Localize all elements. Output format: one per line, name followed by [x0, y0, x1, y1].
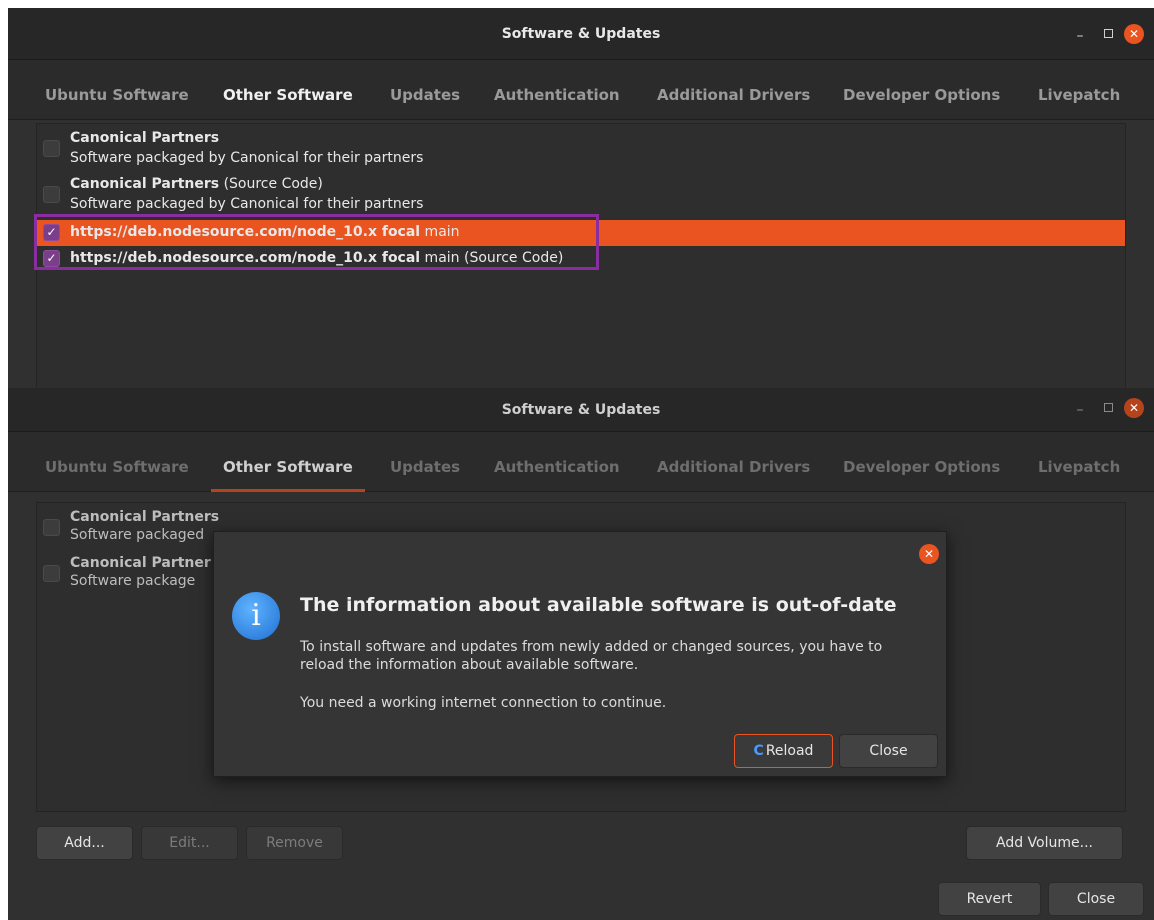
source-suffix: (Source Code)	[219, 176, 323, 192]
tab-updates[interactable]: Updates	[390, 60, 460, 120]
window-title: Software & Updates	[501, 402, 661, 418]
edit-button[interactable]: Edit...	[141, 826, 238, 860]
tab-bar: Ubuntu Software Other Software Updates A…	[8, 60, 1154, 120]
tab-updates[interactable]: Updates	[390, 432, 460, 492]
maximize-icon[interactable]	[1098, 398, 1118, 418]
remove-button[interactable]: Remove	[246, 826, 343, 860]
tab-additional-drivers[interactable]: Additional Drivers	[657, 432, 810, 492]
source-desc: Software packaged by Canonical for their…	[70, 196, 424, 212]
tab-livepatch[interactable]: Livepatch	[1038, 432, 1120, 492]
dialog-body: To install software and updates from new…	[300, 639, 883, 673]
tab-bar: Ubuntu Software Other Software Updates A…	[8, 432, 1154, 492]
tab-developer-options[interactable]: Developer Options	[843, 432, 1000, 492]
window-title: Software & Updates	[501, 26, 661, 42]
source-name: Canonical Partners	[70, 509, 220, 525]
checkbox[interactable]	[43, 140, 60, 157]
reload-button[interactable]: C Reload	[734, 734, 833, 768]
source-name: Canonical Partners	[70, 176, 220, 192]
tab-other-software[interactable]: Other Software	[211, 432, 365, 492]
dialog-heading: The information about available software…	[300, 594, 897, 616]
maximize-icon[interactable]	[1098, 24, 1118, 44]
tab-developer-options[interactable]: Developer Options	[843, 60, 1000, 120]
close-button[interactable]: Close	[1048, 882, 1144, 916]
close-icon[interactable]: ✕	[1124, 398, 1144, 418]
add-volume-button[interactable]: Add Volume...	[966, 826, 1123, 860]
list-item[interactable]: Canonical Partners (Source Code) Softwar…	[37, 174, 1125, 218]
list-item[interactable]: Canonical Partners Software packaged by …	[37, 128, 1125, 172]
source-name: Canonical Partner	[70, 555, 211, 571]
tab-additional-drivers[interactable]: Additional Drivers	[657, 60, 810, 120]
source-desc: Software package	[70, 573, 196, 589]
add-button[interactable]: Add...	[36, 826, 133, 860]
top-window: Software & Updates – ✕ Ubuntu Software O…	[8, 8, 1154, 388]
tab-ubuntu-software[interactable]: Ubuntu Software	[45, 432, 189, 492]
source-name: Canonical Partners	[70, 130, 220, 146]
revert-button[interactable]: Revert	[938, 882, 1041, 916]
tab-livepatch[interactable]: Livepatch	[1038, 60, 1120, 120]
tab-other-software[interactable]: Other Software	[223, 60, 353, 120]
source-desc: Software packaged by Canonical for their…	[70, 150, 424, 166]
minimize-icon[interactable]: –	[1070, 400, 1090, 420]
checkbox[interactable]	[43, 565, 60, 582]
minimize-icon[interactable]: –	[1070, 26, 1090, 46]
close-icon[interactable]: ✕	[1124, 24, 1144, 44]
info-icon: i	[232, 592, 280, 640]
dialog-close-button[interactable]: Close	[839, 734, 938, 768]
dialog-note: You need a working internet connection t…	[300, 695, 667, 711]
reload-icon: C	[753, 743, 764, 759]
checkbox[interactable]	[43, 519, 60, 536]
tab-authentication[interactable]: Authentication	[494, 432, 620, 492]
source-desc: Software packaged	[70, 527, 205, 543]
checkbox[interactable]	[43, 186, 60, 203]
tab-ubuntu-software[interactable]: Ubuntu Software	[45, 60, 189, 120]
out-of-date-dialog: ✕ i The information about available soft…	[213, 531, 947, 777]
tab-authentication[interactable]: Authentication	[494, 60, 620, 120]
highlight-box	[34, 214, 599, 270]
close-icon[interactable]: ✕	[919, 544, 939, 564]
reload-label: Reload	[765, 743, 814, 759]
